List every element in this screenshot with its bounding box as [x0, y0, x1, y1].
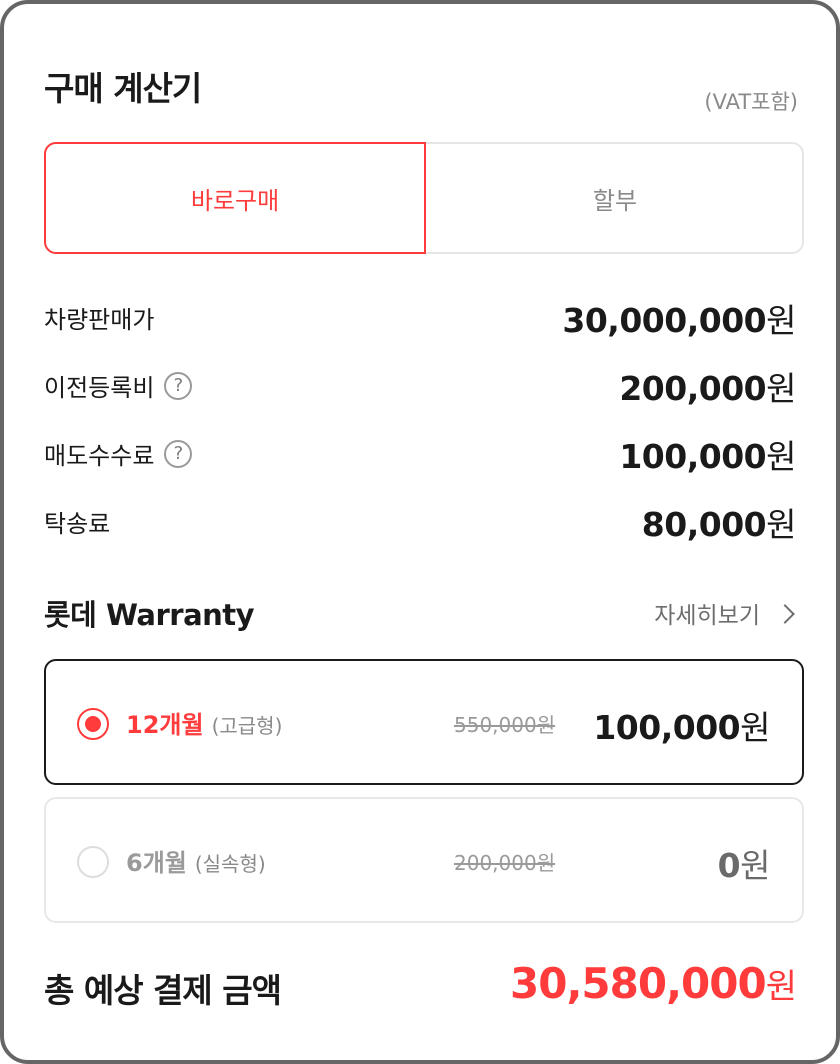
tab-label: 바로구매 [190, 186, 280, 215]
chevron-right-icon [775, 604, 795, 624]
radio-selected[interactable] [77, 708, 109, 740]
delivery-fee-value: 80,000원 [641, 505, 797, 544]
total-amount-label: 총 예상 결제 금액 [44, 971, 282, 1010]
vat-note: (VAT포함) [704, 90, 798, 114]
option-type: (고급형) [211, 714, 283, 738]
selling-commission-label: 매도수수료 ? [44, 436, 193, 471]
option-period: 12개월 (고급형) [126, 711, 283, 739]
page-title: 구매 계산기 [44, 69, 202, 108]
tab-direct-purchase[interactable]: 바로구매 [44, 142, 426, 254]
purchase-calculator-card: 구매 계산기 (VAT포함) 바로구매 할부 차량판매가 30,000,000원… [0, 0, 840, 1064]
vehicle-price-value: 30,000,000원 [562, 301, 796, 340]
vehicle-price-label: 차량판매가 [44, 306, 155, 334]
transfer-registration-fee-value: 200,000원 [619, 369, 796, 408]
warranty-details-link[interactable]: 자세히보기 [654, 596, 795, 630]
option-original-price: 200,000원 [454, 851, 556, 875]
option-period: 6개월 (실속형) [126, 849, 266, 877]
radio-unselected[interactable] [77, 846, 109, 878]
option-price: 0원 [717, 846, 771, 885]
payment-tabs: 바로구매 할부 [44, 142, 804, 254]
tab-installment[interactable]: 할부 [426, 142, 804, 254]
delivery-fee-label: 탁송료 [44, 510, 111, 538]
option-price: 100,000원 [593, 708, 770, 747]
selling-commission-value: 100,000원 [619, 437, 796, 476]
warranty-option-6-months[interactable]: 6개월 (실속형) 200,000원 0원 [44, 797, 804, 923]
transfer-registration-fee-label: 이전등록비 ? [44, 368, 193, 403]
warranty-option-12-months[interactable]: 12개월 (고급형) 550,000원 100,000원 [44, 659, 804, 785]
option-type: (실속형) [194, 852, 266, 876]
total-amount-value: 30,580,000원 [510, 959, 797, 1008]
option-original-price: 550,000원 [454, 713, 556, 737]
question-circle-icon[interactable]: ? [164, 439, 193, 468]
tab-label: 할부 [592, 186, 638, 215]
question-circle-icon[interactable]: ? [164, 371, 193, 400]
warranty-title: 롯데 Warranty [44, 598, 255, 632]
